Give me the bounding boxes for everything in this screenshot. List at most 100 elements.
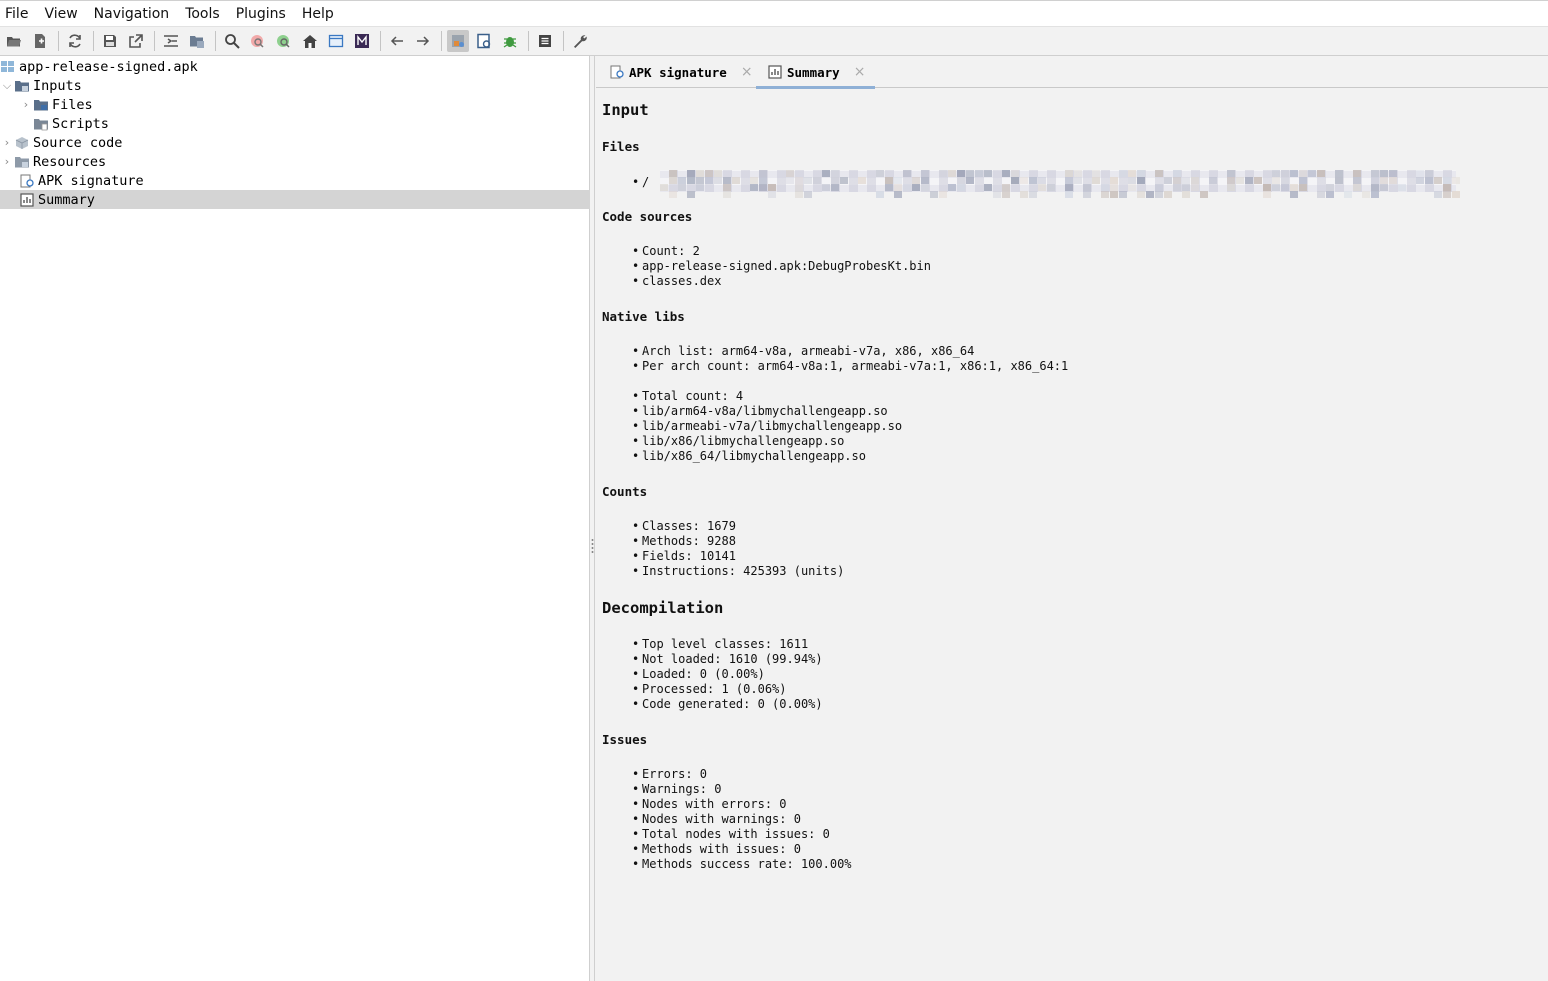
redacted-pixel (1074, 170, 1082, 177)
tree-node-inputs[interactable]: ⌵ Inputs (0, 76, 82, 95)
find-usage-icon[interactable] (247, 30, 269, 52)
log-viewer-icon[interactable] (325, 30, 347, 52)
redacted-pixel (696, 184, 704, 191)
close-icon[interactable]: × (741, 64, 753, 80)
redacted-pixel (1155, 170, 1163, 177)
redacted-pixel (1101, 191, 1109, 198)
redacted-pixel (759, 184, 767, 191)
redacted-pixel (1434, 191, 1442, 198)
redacted-pixel (1335, 177, 1343, 184)
redacted-pixel (786, 170, 794, 177)
log-icon[interactable] (534, 30, 556, 52)
redacted-pixel (669, 191, 677, 198)
home-icon[interactable] (299, 30, 321, 52)
close-icon[interactable]: × (854, 64, 866, 80)
export-icon[interactable] (125, 30, 147, 52)
menu-help[interactable]: Help (302, 1, 334, 27)
redacted-pixel (912, 184, 920, 191)
tree-node-files[interactable]: › Files (19, 95, 93, 114)
quark-icon[interactable] (447, 30, 469, 52)
redacted-pixel (1182, 177, 1190, 184)
redacted-pixel (1182, 191, 1190, 198)
tab-apk-signature[interactable]: APK signature × (610, 56, 760, 88)
sync-icon[interactable] (64, 30, 86, 52)
redacted-pixel (1173, 184, 1181, 191)
redacted-pixel (1173, 177, 1181, 184)
tab-summary[interactable]: Summary × (756, 56, 875, 89)
menu-file[interactable]: File (5, 1, 28, 27)
editor-tabs: APK signature × Summary × (596, 56, 1548, 89)
redacted-pixel (1137, 177, 1145, 184)
redacted-pixel (993, 191, 1001, 198)
redacted-pixel (1299, 170, 1307, 177)
chart-icon (768, 65, 782, 79)
search-class-icon[interactable] (273, 30, 295, 52)
menu-tools[interactable]: Tools (185, 1, 220, 27)
redacted-pixel (912, 177, 920, 184)
chevron-right-icon[interactable]: › (19, 98, 33, 111)
list-item: Count: 2 (632, 244, 700, 259)
preferences-icon[interactable] (569, 30, 591, 52)
redacted-pixel (1128, 184, 1136, 191)
chevron-down-icon[interactable]: ⌵ (0, 79, 14, 93)
list-item: Processed: 1 (0.06%) (632, 682, 786, 697)
redacted-pixel (1020, 177, 1028, 184)
splitter-grip[interactable] (591, 538, 594, 554)
tree-node-source-code[interactable]: › Source code (0, 133, 123, 152)
search-icon[interactable] (221, 30, 243, 52)
list-item: Errors: 0 (632, 767, 707, 782)
preview-icon[interactable] (473, 30, 495, 52)
tree-node-scripts[interactable]: Scripts (33, 114, 109, 133)
menu-view[interactable]: View (44, 1, 77, 27)
save-icon[interactable] (99, 30, 121, 52)
redacted-pixel (1065, 184, 1073, 191)
list-item: lib/x86_64/libmychallengeapp.so (632, 449, 866, 464)
redacted-pixel (957, 170, 965, 177)
tree-node-label: Source code (33, 134, 123, 151)
add-files-icon[interactable] (29, 30, 51, 52)
redacted-pixel (876, 170, 884, 177)
back-icon[interactable] (386, 30, 408, 52)
folder-icon (14, 78, 29, 93)
panel-splitter[interactable] (590, 56, 595, 981)
tree-node-resources[interactable]: › Resources (0, 152, 106, 171)
redacted-pixel (768, 191, 776, 198)
list-item: Code generated: 0 (0.00%) (632, 697, 823, 712)
debugger-icon[interactable] (499, 30, 521, 52)
redacted-pixel (921, 177, 929, 184)
chevron-right-icon[interactable]: › (0, 136, 14, 149)
list-item: Classes: 1679 (632, 519, 736, 534)
menu-bar: File View Navigation Tools Plugins Help (0, 0, 1548, 27)
redacted-pixel (831, 184, 839, 191)
redacted-pixel (1083, 184, 1091, 191)
redacted-pixel (1443, 177, 1451, 184)
certificate-icon (610, 65, 624, 79)
redacted-pixel (1173, 170, 1181, 177)
redacted-pixel (1128, 170, 1136, 177)
redacted-pixel (822, 184, 830, 191)
project-tree[interactable]: app-release-signed.apk ⌵ Inputs › Files … (0, 56, 590, 981)
redacted-pixel (1416, 170, 1424, 177)
tree-node-root[interactable]: app-release-signed.apk (0, 57, 198, 76)
redacted-pixel (1281, 170, 1289, 177)
forward-icon[interactable] (412, 30, 434, 52)
redacted-pixel (1110, 177, 1118, 184)
redacted-pixel (759, 177, 767, 184)
smali-icon[interactable] (351, 30, 373, 52)
redacted-pixel (669, 170, 677, 177)
redacted-pixel (939, 191, 947, 198)
list-item: Fields: 10141 (632, 549, 736, 564)
list-item: Instructions: 425393 (units) (632, 564, 844, 579)
flatten-packages-icon[interactable] (186, 30, 208, 52)
redacted-pixel (894, 191, 902, 198)
menu-navigation[interactable]: Navigation (94, 1, 170, 27)
tree-node-apk-signature[interactable]: APK signature (19, 171, 144, 190)
tree-node-summary[interactable]: Summary (0, 190, 590, 209)
toolbar (0, 27, 1548, 56)
open-file-icon[interactable] (3, 30, 25, 52)
redacted-pixel (696, 177, 704, 184)
redacted-pixel (1155, 184, 1163, 191)
chevron-right-icon[interactable]: › (0, 155, 14, 168)
sync-tree-icon[interactable] (160, 30, 182, 52)
menu-plugins[interactable]: Plugins (236, 1, 286, 27)
